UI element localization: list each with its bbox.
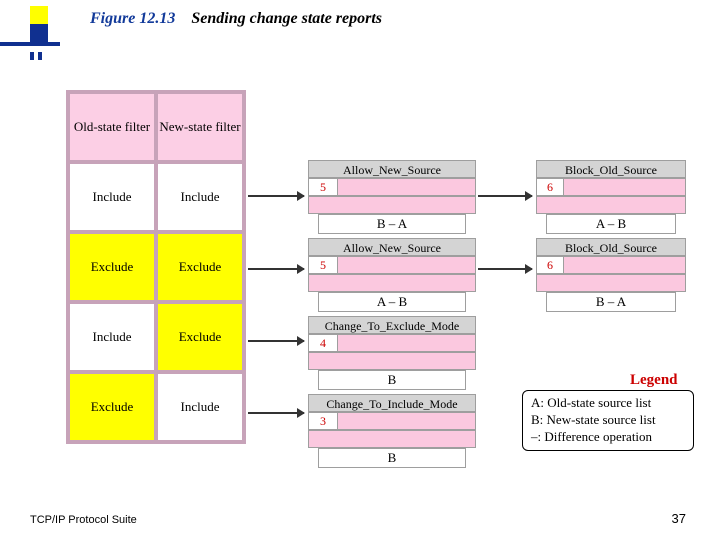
state-filter-table: Old-state filter New-state filter Includ… <box>66 90 246 444</box>
msg-allow-new-source: Allow_New_Source 5 B – A <box>308 160 476 234</box>
logo-bar <box>0 42 60 46</box>
figure-number: Figure 12.13 <box>90 10 175 27</box>
cell-new: Exclude <box>156 302 244 372</box>
msg-data: A – B <box>318 292 466 312</box>
msg-pink-cell <box>338 412 476 430</box>
msg-pink-row <box>536 274 686 292</box>
footer-page-number: 37 <box>672 511 686 526</box>
msg-pink-row <box>308 430 476 448</box>
msg-record-type: 6 <box>536 178 564 196</box>
table-row: Include Include <box>68 162 244 232</box>
msg-record-type: 5 <box>308 178 338 196</box>
legend-box: A: Old-state source list B: New-state so… <box>522 390 694 451</box>
cell-old: Exclude <box>68 372 156 442</box>
table-row: Exclude Exclude <box>68 232 244 302</box>
cell-old: Exclude <box>68 232 156 302</box>
cell-new: Include <box>156 372 244 442</box>
arrow-icon <box>248 412 304 414</box>
footer-source: TCP/IP Protocol Suite <box>30 514 137 526</box>
arrow-icon <box>248 340 304 342</box>
msg-record-type: 3 <box>308 412 338 430</box>
legend-line-b: B: New-state source list <box>531 412 685 429</box>
table-header-row: Old-state filter New-state filter <box>68 92 244 162</box>
msg-record-type: 5 <box>308 256 338 274</box>
msg-pink-row <box>308 274 476 292</box>
logo-square-blue <box>30 24 48 42</box>
cell-old: Include <box>68 302 156 372</box>
figure-title: Figure 12.13 Sending change state report… <box>90 10 382 28</box>
msg-change-to-exclude: Change_To_Exclude_Mode 4 B <box>308 316 476 390</box>
legend-line-c: –: Difference operation <box>531 429 685 446</box>
msg-title: Change_To_Exclude_Mode <box>308 316 476 334</box>
msg-change-to-include: Change_To_Include_Mode 3 B <box>308 394 476 468</box>
figure-caption: Sending change state reports <box>191 10 382 27</box>
msg-data: B – A <box>318 214 466 234</box>
msg-block-old-source: Block_Old_Source 6 A – B <box>536 160 686 234</box>
msg-data: B – A <box>546 292 676 312</box>
logo-square-yellow <box>30 6 48 24</box>
msg-allow-new-source: Allow_New_Source 5 A – B <box>308 238 476 312</box>
msg-pink-cell <box>338 178 476 196</box>
header-new-state: New-state filter <box>156 92 244 162</box>
table-row: Exclude Include <box>68 372 244 442</box>
cell-old: Include <box>68 162 156 232</box>
msg-pink-row <box>536 196 686 214</box>
msg-pink-row <box>308 352 476 370</box>
arrow-icon <box>478 268 532 270</box>
msg-record-type: 6 <box>536 256 564 274</box>
msg-pink-cell <box>564 178 686 196</box>
msg-block-old-source: Block_Old_Source 6 B – A <box>536 238 686 312</box>
msg-pink-cell <box>564 256 686 274</box>
arrow-icon <box>248 195 304 197</box>
msg-data: B <box>318 370 466 390</box>
logo-tick <box>30 52 34 60</box>
msg-title: Change_To_Include_Mode <box>308 394 476 412</box>
msg-title: Allow_New_Source <box>308 238 476 256</box>
arrow-icon <box>248 268 304 270</box>
msg-data: A – B <box>546 214 676 234</box>
table-row: Include Exclude <box>68 302 244 372</box>
msg-record-type: 4 <box>308 334 338 352</box>
cell-new: Include <box>156 162 244 232</box>
cell-new: Exclude <box>156 232 244 302</box>
msg-data: B <box>318 448 466 468</box>
msg-pink-cell <box>338 334 476 352</box>
msg-title: Block_Old_Source <box>536 160 686 178</box>
msg-pink-cell <box>338 256 476 274</box>
arrow-icon <box>478 195 532 197</box>
slide-logo <box>0 0 60 72</box>
legend-line-a: A: Old-state source list <box>531 395 685 412</box>
msg-title: Block_Old_Source <box>536 238 686 256</box>
legend-heading: Legend <box>630 372 678 389</box>
header-old-state: Old-state filter <box>68 92 156 162</box>
msg-title: Allow_New_Source <box>308 160 476 178</box>
msg-pink-row <box>308 196 476 214</box>
logo-tick <box>38 52 42 60</box>
